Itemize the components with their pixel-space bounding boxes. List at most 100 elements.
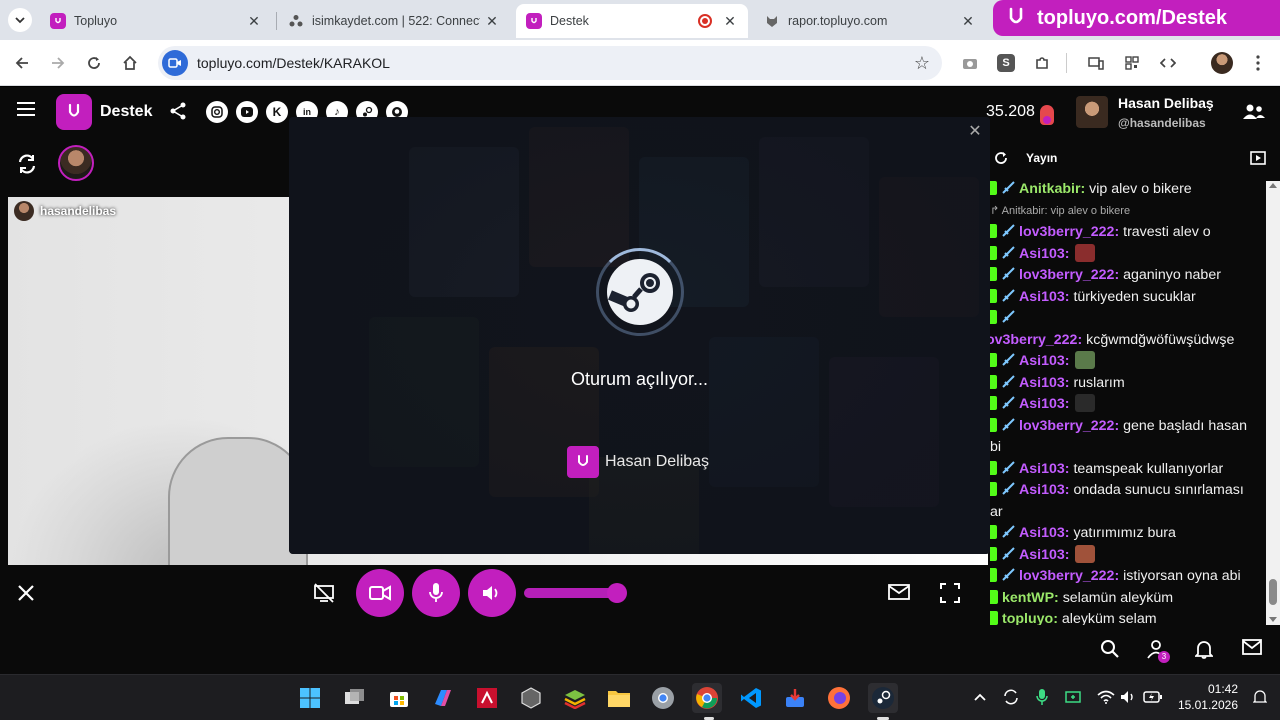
volume-button[interactable] (468, 569, 516, 617)
sync-tray-icon[interactable] (1001, 687, 1021, 707)
camera-button[interactable] (356, 569, 404, 617)
search-button[interactable] (1100, 639, 1120, 659)
profile-button[interactable] (1208, 49, 1236, 77)
chat-message: bi (990, 437, 1262, 459)
channel-logo[interactable] (56, 94, 92, 130)
reload-button[interactable] (80, 49, 108, 77)
instagram-icon[interactable] (206, 101, 228, 123)
wifi-tray-icon[interactable] (1096, 687, 1116, 707)
store-icon (390, 692, 408, 707)
file-explorer-app[interactable] (604, 683, 634, 713)
vscode-app[interactable] (736, 683, 766, 713)
close-icon[interactable]: ✕ (960, 13, 976, 29)
qr-button[interactable] (1118, 49, 1146, 77)
volume-slider[interactable] (524, 583, 627, 603)
chat-username[interactable]: Asi103: (1019, 547, 1069, 563)
user-handle: @hasandelibas (1118, 116, 1206, 130)
devtools-button[interactable] (1154, 49, 1182, 77)
tab-yayin[interactable]: Yayın (1026, 151, 1057, 165)
chat-scrollbar[interactable] (1266, 181, 1280, 625)
notifications-button[interactable] (1193, 639, 1215, 659)
battery-saver-tray-icon[interactable] (1064, 687, 1084, 707)
cast-button[interactable] (1082, 49, 1110, 77)
fullscreen-button[interactable] (940, 583, 960, 603)
browser-tab-topluyo[interactable]: Topluyo ✕ (40, 4, 272, 38)
copilot-app[interactable] (428, 683, 458, 713)
browser-tab-isimkaydet[interactable]: isimkaydet.com | 522: Connecti ✕ (278, 4, 510, 38)
extensions-button[interactable] (1028, 49, 1056, 77)
chat-username[interactable]: Asi103: (1019, 246, 1069, 262)
browser-tab-destek[interactable]: Destek ✕ (516, 4, 748, 38)
close-icon[interactable]: ✕ (246, 13, 262, 29)
chat-username[interactable]: lov3berry_222: (1019, 418, 1119, 434)
task-view-button[interactable] (340, 683, 370, 713)
notification-center-button[interactable] (1250, 687, 1270, 707)
chat-username[interactable]: lov3berry_222: (1019, 267, 1119, 283)
inbox-button[interactable] (1242, 639, 1264, 659)
chat-username[interactable]: Asi103: (1019, 353, 1069, 369)
forward-button[interactable] (44, 49, 72, 77)
tab-search-button[interactable] (8, 8, 32, 32)
scrollbar-thumb[interactable] (1269, 579, 1277, 605)
amd-software-app[interactable] (472, 683, 502, 713)
microphone-button[interactable] (412, 569, 460, 617)
hamburger-menu-button[interactable] (16, 101, 40, 125)
volume-slider-thumb[interactable] (607, 583, 627, 603)
screen-share-off-button[interactable] (312, 581, 336, 605)
chat-username[interactable]: Asi103: (1019, 375, 1069, 391)
youtube-icon[interactable] (236, 101, 258, 123)
streamer-avatar[interactable] (58, 145, 94, 181)
back-button[interactable] (8, 49, 36, 77)
camera-access-icon[interactable] (162, 50, 188, 76)
kick-icon[interactable]: K (266, 101, 288, 123)
chat-username[interactable]: lov3berry_222: (990, 332, 1082, 348)
chat-username[interactable]: Asi103: (1019, 461, 1069, 477)
screenshot-button[interactable] (956, 49, 984, 77)
close-icon[interactable]: ✕ (722, 13, 738, 29)
topluyo-logo-icon (68, 103, 80, 117)
browser-tab-rapor[interactable]: rapor.topluyo.com ✕ (754, 4, 986, 38)
show-hidden-icons-button[interactable] (970, 687, 990, 707)
chrome-app-2[interactable] (692, 683, 722, 713)
refresh-chat-button[interactable] (994, 151, 1010, 167)
home-button[interactable] (116, 49, 144, 77)
chat-username[interactable]: lov3berry_222: (1019, 568, 1119, 584)
obs-app[interactable] (516, 683, 546, 713)
address-bar[interactable]: topluyo.com/Destek/KARAKOL ☆ (158, 46, 942, 80)
video-panel-button[interactable] (1250, 151, 1266, 165)
refresh-stream-button[interactable] (16, 153, 40, 177)
store-app[interactable] (384, 683, 414, 713)
downloader-app[interactable] (780, 683, 810, 713)
sword-badge-icon (1001, 181, 1015, 195)
close-modal-button[interactable]: ✕ (966, 123, 984, 141)
close-stream-button[interactable] (16, 583, 38, 605)
extension-s-button[interactable]: S (992, 49, 1020, 77)
chat-username[interactable]: topluyo: (1002, 611, 1058, 625)
clock[interactable]: 01:42 15.01.2026 (1172, 681, 1238, 713)
messages-button[interactable] (888, 583, 910, 603)
bookmark-star-icon[interactable]: ☆ (914, 53, 930, 74)
user-avatar[interactable] (1076, 96, 1108, 128)
microphone-tray-icon[interactable] (1032, 687, 1052, 707)
users-button[interactable] (1242, 103, 1266, 123)
volume-tray-icon[interactable] (1119, 687, 1139, 707)
share-button[interactable] (168, 101, 190, 123)
layers-app[interactable] (560, 683, 590, 713)
battery-tray-icon[interactable] (1143, 687, 1163, 707)
chat-username[interactable]: Asi103: (1019, 482, 1069, 498)
firefox-app[interactable] (824, 683, 854, 713)
steam-app[interactable] (868, 683, 898, 713)
chat-username[interactable]: Asi103: (1019, 525, 1069, 541)
chat-username[interactable]: Asi103: (1019, 396, 1069, 412)
browser-menu-button[interactable] (1244, 49, 1272, 77)
chat-username[interactable]: Asi103: (1019, 289, 1069, 305)
friends-button[interactable]: 3 (1146, 639, 1170, 663)
start-button[interactable] (295, 683, 325, 713)
chat-text: travesti alev o (1123, 224, 1211, 240)
chat-username[interactable]: lov3berry_222: (1019, 224, 1119, 240)
tab-title: isimkaydet.com | 522: Connecti (312, 14, 480, 28)
chat-username[interactable]: Anitkabir: (1019, 181, 1085, 197)
chrome-app-1[interactable] (648, 683, 678, 713)
chat-username[interactable]: kentWP: (1002, 590, 1059, 606)
close-icon[interactable]: ✕ (484, 13, 500, 29)
